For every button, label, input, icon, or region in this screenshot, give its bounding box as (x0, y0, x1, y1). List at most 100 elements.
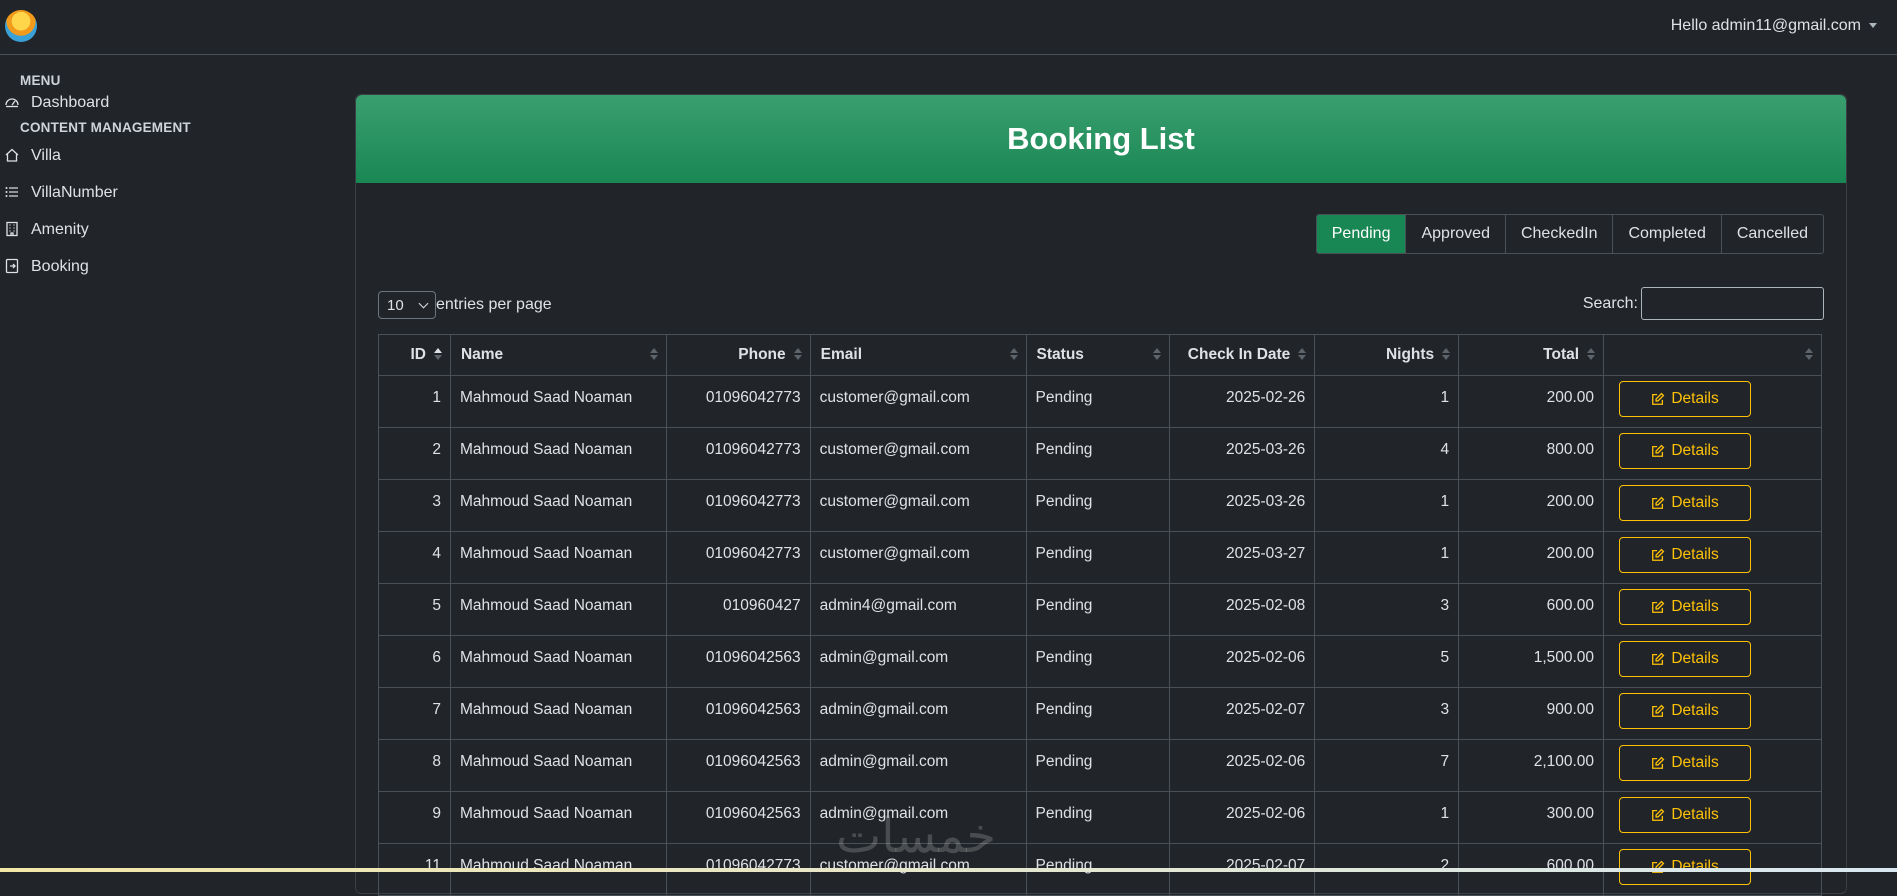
user-greeting: Hello admin11@gmail.com (1670, 17, 1861, 34)
status-filter-approved[interactable]: Approved (1405, 215, 1505, 253)
details-button[interactable]: Details (1619, 537, 1752, 573)
sidebar-item-villanumber[interactable]: VillaNumber (0, 174, 300, 211)
table-row: 5 Mahmoud Saad Noaman 010960427 admin4@gmai… (378, 583, 1822, 636)
cell-name: Mahmoud Saad Noaman (449, 479, 667, 532)
status-filter-checkedin[interactable]: CheckedIn (1504, 215, 1613, 253)
cell-check-in-date: 2025-02-08 (1169, 583, 1316, 636)
cell-phone: 01096042773 (665, 479, 811, 532)
details-button[interactable]: Details (1619, 797, 1752, 833)
cell-email: customer@gmail.com (809, 479, 1027, 532)
edit-icon (1652, 652, 1665, 665)
cell-phone: 01096042563 (665, 687, 811, 740)
column-header-name[interactable]: Name (449, 334, 667, 376)
table-row: 8 Mahmoud Saad Noaman 01096042563 admin@gma… (378, 739, 1822, 792)
table-search: Search: (1583, 287, 1824, 320)
cell-actions: Details (1603, 583, 1822, 636)
sidebar-item-label: Booking (31, 257, 89, 275)
content-management-heading: CONTENT MANAGEMENT (20, 120, 191, 135)
cell-nights: 1 (1314, 531, 1460, 584)
edit-icon (1652, 548, 1665, 561)
cell-email: admin@gmail.com (809, 635, 1027, 688)
building-icon (4, 221, 22, 239)
status-filter-cancelled[interactable]: Cancelled (1720, 215, 1823, 253)
sidebar-item-dashboard[interactable]: Dashboard (0, 88, 300, 118)
sidebar-item-amenity[interactable]: Amenity (0, 211, 300, 248)
cell-status: Pending (1025, 687, 1171, 740)
cell-check-in-date: 2025-02-26 (1169, 375, 1316, 428)
sidebar-item-villa[interactable]: Villa (0, 137, 300, 174)
search-input[interactable] (1641, 287, 1824, 320)
details-button[interactable]: Details (1619, 693, 1752, 729)
column-header-label: Name (460, 346, 504, 363)
cell-phone: 01096042773 (665, 531, 811, 584)
cell-name: Mahmoud Saad Noaman (449, 427, 667, 480)
cell-status: Pending (1025, 739, 1171, 792)
entries-per-page-select[interactable]: 10 (378, 291, 436, 319)
details-button-label: Details (1671, 650, 1719, 667)
cell-actions: Details (1603, 375, 1822, 428)
sidebar: MENU Dashboard CONTENT MANAGEMENT Villa … (0, 56, 300, 285)
booking-table: ID Name Phone Email Status Check In Date… (378, 334, 1822, 896)
column-header-actions[interactable] (1603, 334, 1822, 376)
cell-id: 5 (378, 583, 451, 636)
table-row: 3 Mahmoud Saad Noaman 01096042773 customer@… (378, 479, 1822, 532)
cell-actions: Details (1603, 427, 1822, 480)
cell-phone: 01096042773 (665, 375, 811, 428)
details-button[interactable]: Details (1619, 641, 1752, 677)
column-header-nights[interactable]: Nights (1314, 334, 1460, 376)
column-header-phone[interactable]: Phone (665, 334, 811, 376)
search-label: Search: (1582, 294, 1638, 312)
column-header-email[interactable]: Email (809, 334, 1027, 376)
cell-email: admin@gmail.com (809, 687, 1027, 740)
cell-name: Mahmoud Saad Noaman (449, 687, 667, 740)
column-header-label: Status (1036, 346, 1084, 363)
details-button[interactable]: Details (1619, 485, 1752, 521)
logo-icon[interactable] (5, 10, 37, 42)
details-button-label: Details (1671, 754, 1719, 771)
cell-total: 600.00 (1458, 583, 1605, 636)
cell-email: admin@gmail.com (809, 791, 1027, 844)
cell-phone: 01096042563 (665, 739, 811, 792)
cell-total: 200.00 (1458, 479, 1605, 532)
column-header-total[interactable]: Total (1458, 334, 1605, 376)
edit-icon (1652, 392, 1665, 405)
sidebar-item-booking[interactable]: Booking (0, 248, 300, 285)
sort-icon (793, 348, 802, 362)
cell-status: Pending (1025, 531, 1171, 584)
status-filter-group: Pending Approved CheckedIn Completed Can… (1315, 214, 1824, 254)
details-button[interactable]: Details (1619, 589, 1752, 625)
details-button[interactable]: Details (1619, 381, 1752, 417)
edit-icon (1652, 704, 1665, 717)
column-header-status[interactable]: Status (1025, 334, 1171, 376)
cell-id: 3 (378, 479, 451, 532)
column-header-label: Nights (1385, 346, 1435, 363)
cell-id: 9 (378, 791, 451, 844)
details-button[interactable]: Details (1619, 745, 1752, 781)
status-filter-completed[interactable]: Completed (1612, 215, 1720, 253)
cell-name: Mahmoud Saad Noaman (449, 375, 667, 428)
details-button[interactable]: Details (1619, 849, 1752, 885)
details-button-label: Details (1671, 702, 1719, 719)
house-icon (4, 147, 22, 165)
edit-icon (1652, 600, 1665, 613)
details-button-label: Details (1671, 494, 1719, 511)
column-header-label: ID (410, 346, 426, 363)
cell-nights: 1 (1314, 375, 1460, 428)
column-header-check-in-date[interactable]: Check In Date (1169, 334, 1316, 376)
cell-total: 200.00 (1458, 375, 1605, 428)
details-button[interactable]: Details (1619, 433, 1752, 469)
details-button-label: Details (1671, 858, 1719, 875)
sort-icon (1298, 348, 1307, 362)
sort-ascending-icon (433, 348, 442, 362)
details-button-label: Details (1671, 442, 1719, 459)
edit-icon (1652, 808, 1665, 821)
table-row: 6 Mahmoud Saad Noaman 01096042563 admin@gma… (378, 635, 1822, 688)
cell-check-in-date: 2025-02-06 (1169, 791, 1316, 844)
cell-name: Mahmoud Saad Noaman (449, 531, 667, 584)
sort-icon (1009, 348, 1018, 362)
column-header-id[interactable]: ID (378, 334, 451, 376)
card-header: Booking List (356, 95, 1846, 183)
sidebar-item-label: Amenity (31, 220, 89, 238)
user-menu-dropdown[interactable]: Hello admin11@gmail.com (1671, 17, 1877, 35)
status-filter-pending[interactable]: Pending (1316, 215, 1406, 253)
